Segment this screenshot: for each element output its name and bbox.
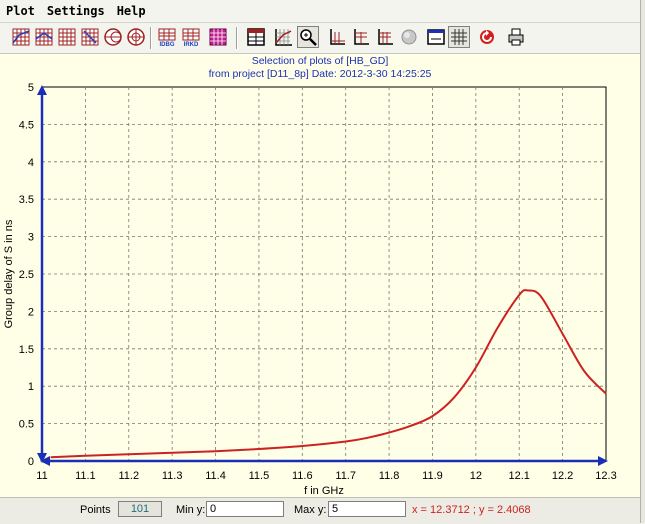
menu-bar: Plot Settings Help (0, 0, 645, 23)
x-tick-label: 11.4 (205, 470, 226, 482)
y-tick-label: 1.5 (19, 344, 34, 356)
circle-gray-icon[interactable] (398, 26, 420, 48)
tick-labels: 11 11.1 11.2 11.3 11.4 11.5 11.6 11.7 11.8 11.9 12… (19, 82, 617, 482)
x-tick-label: 11.9 (422, 470, 443, 482)
x-tick-label: 11.2 (118, 470, 139, 482)
x-tick-label: 11.1 (75, 470, 96, 482)
max-y-input[interactable]: 5 (328, 501, 406, 517)
axis-1-icon[interactable] (326, 26, 348, 48)
max-y-label: Max y: (294, 504, 327, 516)
min-y-input[interactable]: 0 (206, 501, 284, 517)
axis-3-icon[interactable] (374, 26, 396, 48)
y-tick-label: 1 (28, 381, 34, 393)
y-tick-label: 5 (28, 82, 34, 94)
grid-plot-icon[interactable] (272, 26, 294, 48)
toolbar: IDBG IRKD (0, 23, 645, 54)
x-tick-label: 12.3 (595, 470, 616, 482)
y-tick-label: 4.5 (19, 119, 34, 131)
x-tick-label: 11.5 (249, 470, 270, 482)
x-axis-label: f in GHz (304, 485, 344, 497)
polar-chart-icon[interactable] (125, 26, 147, 48)
print-icon[interactable] (505, 26, 527, 48)
series (50, 289, 607, 459)
refresh-icon[interactable] (476, 26, 498, 48)
menu-settings[interactable]: Settings (41, 4, 111, 18)
plot-panel: Selection of plots of [HB_GD] from proje… (0, 54, 640, 497)
y-axis-label: Group delay of S in ns (3, 219, 15, 328)
status-bar: Points 101 Min y: 0 Max y: 5 x = 12.3712… (0, 497, 640, 524)
cursor-coordinates: x = 12.3712 ; y = 2.4068 (412, 504, 531, 516)
smith-chart-icon[interactable] (102, 26, 124, 48)
axis-2-icon[interactable] (350, 26, 372, 48)
x-tick-label: 12.2 (552, 470, 573, 482)
marker-plot-icon[interactable] (207, 26, 229, 48)
plot-type-4-icon[interactable] (79, 26, 101, 48)
plot-area[interactable]: 11 11.1 11.2 11.3 11.4 11.5 11.6 11.7 11.8 11.9 12… (0, 54, 640, 497)
frame-icon[interactable] (245, 26, 267, 48)
window-edge (640, 0, 645, 523)
y-tick-label: 0 (28, 456, 34, 468)
min-y-label: Min y: (176, 504, 206, 516)
grid-toggle-icon[interactable] (448, 26, 470, 48)
x-tick-label: 11.8 (379, 470, 400, 482)
y-tick-label: 3.5 (19, 194, 34, 206)
grid-lines (42, 87, 606, 461)
irkd-icon[interactable]: IRKD (180, 26, 202, 48)
idbg-icon[interactable]: IDBG (156, 26, 178, 48)
plot-type-3-icon[interactable] (56, 26, 78, 48)
x-tick-label: 11.3 (162, 470, 183, 482)
zoom-icon[interactable] (297, 26, 319, 48)
x-tick-label: 11.6 (292, 470, 313, 482)
series-line (50, 289, 607, 459)
svg-text:IDBG: IDBG (160, 42, 175, 47)
y-tick-label: 2 (28, 306, 34, 318)
points-label: Points (80, 504, 111, 516)
plot-type-2-icon[interactable] (33, 26, 55, 48)
menu-plot[interactable]: Plot (0, 4, 41, 18)
y-tick-label: 3 (28, 232, 34, 244)
plot-type-1-icon[interactable] (10, 26, 32, 48)
points-value: 101 (118, 501, 162, 517)
axes (37, 85, 608, 466)
y-tick-label: 2.5 (19, 269, 34, 281)
display-icon[interactable] (425, 26, 447, 48)
x-tick-label: 11 (36, 470, 47, 482)
x-tick-label: 11.7 (335, 470, 356, 482)
menu-help[interactable]: Help (111, 4, 152, 18)
x-tick-label: 12 (470, 470, 482, 482)
x-tick-label: 12.1 (509, 470, 530, 482)
svg-text:IRKD: IRKD (184, 42, 199, 47)
y-tick-label: 4 (28, 157, 34, 169)
y-tick-label: 0.5 (19, 419, 34, 431)
